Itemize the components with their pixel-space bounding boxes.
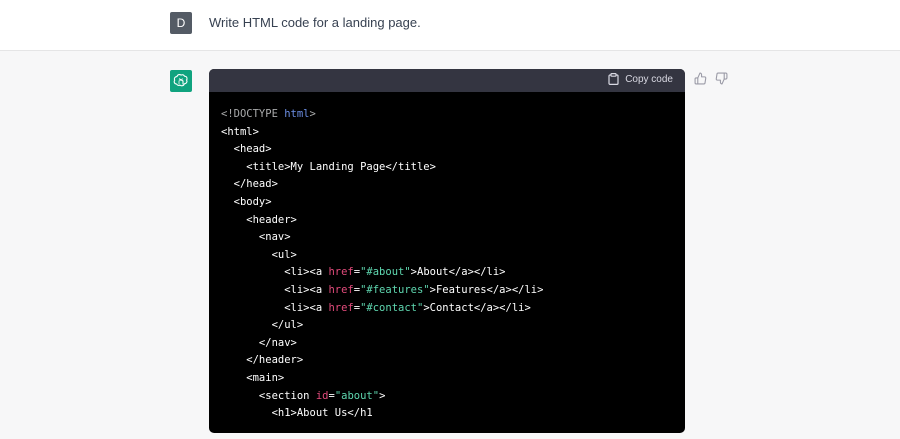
code-token-str: "#contact" (360, 301, 424, 314)
code-token-str: "about" (334, 389, 380, 402)
code-line: <header> (221, 212, 673, 230)
code-token-kw: html (284, 108, 310, 120)
code-token-attr: id (315, 389, 329, 402)
code-line: <li><a href="#contact">Contact</a></li> (221, 300, 673, 318)
user-message-row: D Write HTML code for a landing page. (0, 0, 900, 51)
thumbs-down-icon[interactable] (715, 72, 728, 85)
code-token-attr: href (328, 283, 354, 296)
code-line: <nav> (221, 229, 673, 247)
code-token-tag: <ul> (221, 248, 297, 261)
code-line: <html> (221, 124, 673, 142)
code-line: <section id="about"> (221, 388, 673, 406)
assistant-message-row: Copy code <!DOCTYPE html> <html> <head> <… (0, 51, 900, 439)
user-avatar: D (170, 12, 192, 34)
code-token-tag: <head> (221, 143, 272, 156)
code-token-doctype: <!DOCTYPE (221, 108, 285, 120)
code-token-tag: <li><a (221, 283, 329, 296)
code-line: <h1>About Us</h1 (221, 405, 673, 423)
user-message-text: Write HTML code for a landing page. (209, 15, 421, 30)
code-line: </nav> (221, 335, 673, 353)
feedback-buttons (694, 72, 728, 85)
copy-code-button[interactable]: Copy code (608, 73, 673, 85)
code-line: <!DOCTYPE html> (221, 106, 673, 124)
code-token-tag: </ul> (221, 319, 304, 332)
code-token-tag: </nav> (221, 336, 297, 349)
code-token-tag: </header> (221, 354, 304, 367)
code-line: </header> (221, 352, 673, 370)
code-token-tag: <main> (221, 371, 285, 384)
clipboard-icon (608, 73, 619, 85)
code-token-tag: >Features</a></li> (429, 283, 544, 296)
code-token-tag: <li><a (221, 266, 329, 279)
code-token-tag: <html> (221, 125, 259, 138)
code-token-attr: href (328, 301, 354, 314)
code-line: <head> (221, 141, 673, 159)
code-block: Copy code <!DOCTYPE html> <html> <head> <… (209, 69, 685, 433)
code-line: <ul> (221, 247, 673, 265)
code-token-tag: >About</a></li> (410, 266, 506, 279)
code-line: <li><a href="#features">Features</a></li… (221, 282, 673, 300)
code-line: <body> (221, 194, 673, 212)
code-token-tag: </head> (221, 178, 278, 191)
code-token-attr: href (328, 266, 354, 279)
code-line: <main> (221, 370, 673, 388)
openai-logo-icon (170, 70, 192, 92)
code-token-tag: <title>My Landing Page</title> (221, 160, 436, 173)
copy-code-label: Copy code (625, 73, 673, 85)
code-token-tag: > (379, 389, 386, 402)
code-token-tag: <li><a (221, 301, 329, 314)
code-line: </ul> (221, 317, 673, 335)
code-content: <!DOCTYPE html> <html> <head> <title>My L… (209, 92, 685, 423)
chat-page: D Write HTML code for a landing page. Co… (0, 0, 900, 439)
code-token-str: "#features" (360, 283, 430, 296)
code-token-tag: <nav> (221, 231, 291, 244)
code-line: <li><a href="#about">About</a></li> (221, 264, 673, 282)
code-token-tag: <h1>About Us</h1 (221, 407, 373, 420)
code-token-doctype: > (309, 108, 316, 120)
code-token-tag: >Contact</a></li> (423, 301, 531, 314)
code-token-tag: <header> (221, 213, 297, 226)
thumbs-up-icon[interactable] (694, 72, 707, 85)
code-line: </head> (221, 176, 673, 194)
code-token-str: "#about" (360, 266, 411, 279)
code-token-tag: <section (221, 389, 316, 402)
code-line: <title>My Landing Page</title> (221, 159, 673, 177)
code-block-header: Copy code (209, 69, 685, 92)
code-token-tag: <body> (221, 195, 272, 208)
